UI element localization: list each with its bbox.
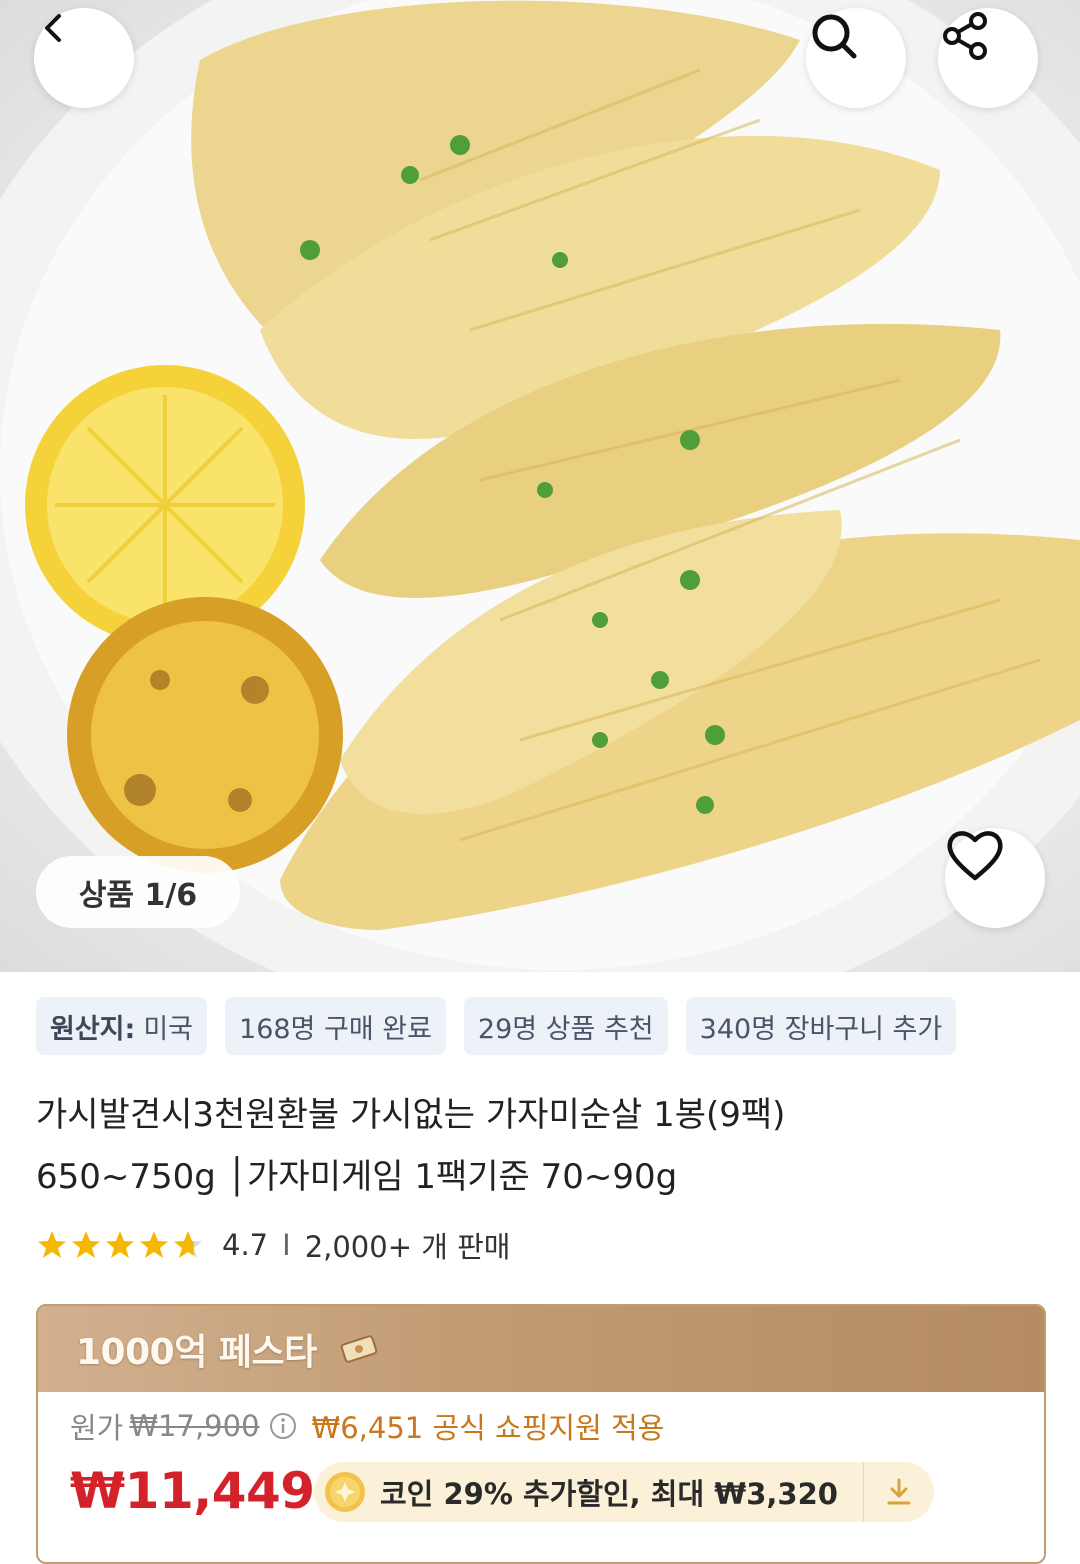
promo-body: 원가 ₩17,900 ₩6,451 공식 쇼핑지원 적용 ₩11,449 코인 … xyxy=(38,1392,1044,1562)
festival-title: 1000억 페스타 xyxy=(76,1332,317,1373)
coupon-download[interactable] xyxy=(863,1462,934,1522)
sold-count: 2,000+ 개 판매 xyxy=(304,1230,511,1264)
chip-cart-adds: 340명 장바구니 추가 xyxy=(685,997,957,1055)
product-title-line1: 가시발견시3천원환불 가시없는 가자미순살 1봉(9팩) xyxy=(36,1095,786,1135)
product-photo xyxy=(0,0,1080,972)
chip-origin-label: 원산지: xyxy=(50,1013,136,1045)
share-button[interactable] xyxy=(938,8,1038,108)
product-title-line2: 650~750g │가자미게임 1팩기준 70~90g xyxy=(36,1157,678,1197)
shopping-support-text: ₩6,451 공식 쇼핑지원 적용 xyxy=(311,1411,665,1445)
coin-icon xyxy=(325,1472,365,1512)
original-price: ₩17,900 xyxy=(129,1409,260,1443)
rating-separator: I xyxy=(282,1228,291,1262)
back-arrow-icon xyxy=(45,14,61,42)
star-icon xyxy=(38,1231,66,1258)
product-stats-chips: 원산지: 미국 168명 구매 완료 29명 상품 추천 340명 장바구니 추… xyxy=(36,997,1080,1055)
sale-price: ₩11,449 xyxy=(70,1462,315,1520)
chip-recommends: 29명 상품 추천 xyxy=(463,997,668,1055)
promo-box: 1000억 페스타 원가 ₩17,900 ₩6,451 공식 쇼핑지원 적용 ₩… xyxy=(36,1304,1046,1564)
product-title: 가시발견시3천원환불 가시없는 가자미순살 1봉(9팩) 650~750g │가… xyxy=(36,1084,1046,1208)
rating-stars xyxy=(36,1229,204,1261)
product-image[interactable]: 상품 1/6 xyxy=(0,0,1080,972)
star-icon xyxy=(106,1231,134,1258)
info-icon[interactable] xyxy=(268,1411,298,1441)
star-icon xyxy=(174,1231,202,1258)
star-icon xyxy=(72,1231,100,1258)
rating-row[interactable]: 4.7 I 2,000+ 개 판매 xyxy=(36,1222,510,1268)
coin-discount-text: 코인 29% 추가할인, 최대 ₩3,320 xyxy=(380,1477,838,1511)
coupon-ticket-icon xyxy=(340,1335,377,1363)
rating-value: 4.7 xyxy=(222,1228,269,1262)
chip-purchases: 168명 구매 완료 xyxy=(225,997,446,1055)
heart-icon xyxy=(947,831,1003,881)
wishlist-button[interactable] xyxy=(945,828,1045,928)
original-price-label: 원가 xyxy=(70,1411,124,1445)
back-button[interactable] xyxy=(34,8,134,108)
star-icon xyxy=(140,1231,168,1258)
image-counter: 상품 1/6 xyxy=(36,856,240,928)
coin-discount-button[interactable]: 코인 29% 추가할인, 최대 ₩3,320 xyxy=(314,1462,934,1522)
share-icon xyxy=(943,12,987,60)
chip-origin-value: 미국 xyxy=(143,1013,194,1045)
search-icon xyxy=(812,14,857,59)
original-price-row: 원가 ₩17,900 ₩6,451 공식 쇼핑지원 적용 xyxy=(70,1406,664,1446)
search-button[interactable] xyxy=(806,8,906,108)
chip-origin: 원산지: 미국 xyxy=(36,997,208,1055)
promo-header: 1000억 페스타 xyxy=(38,1306,1044,1392)
download-icon xyxy=(887,1478,911,1505)
